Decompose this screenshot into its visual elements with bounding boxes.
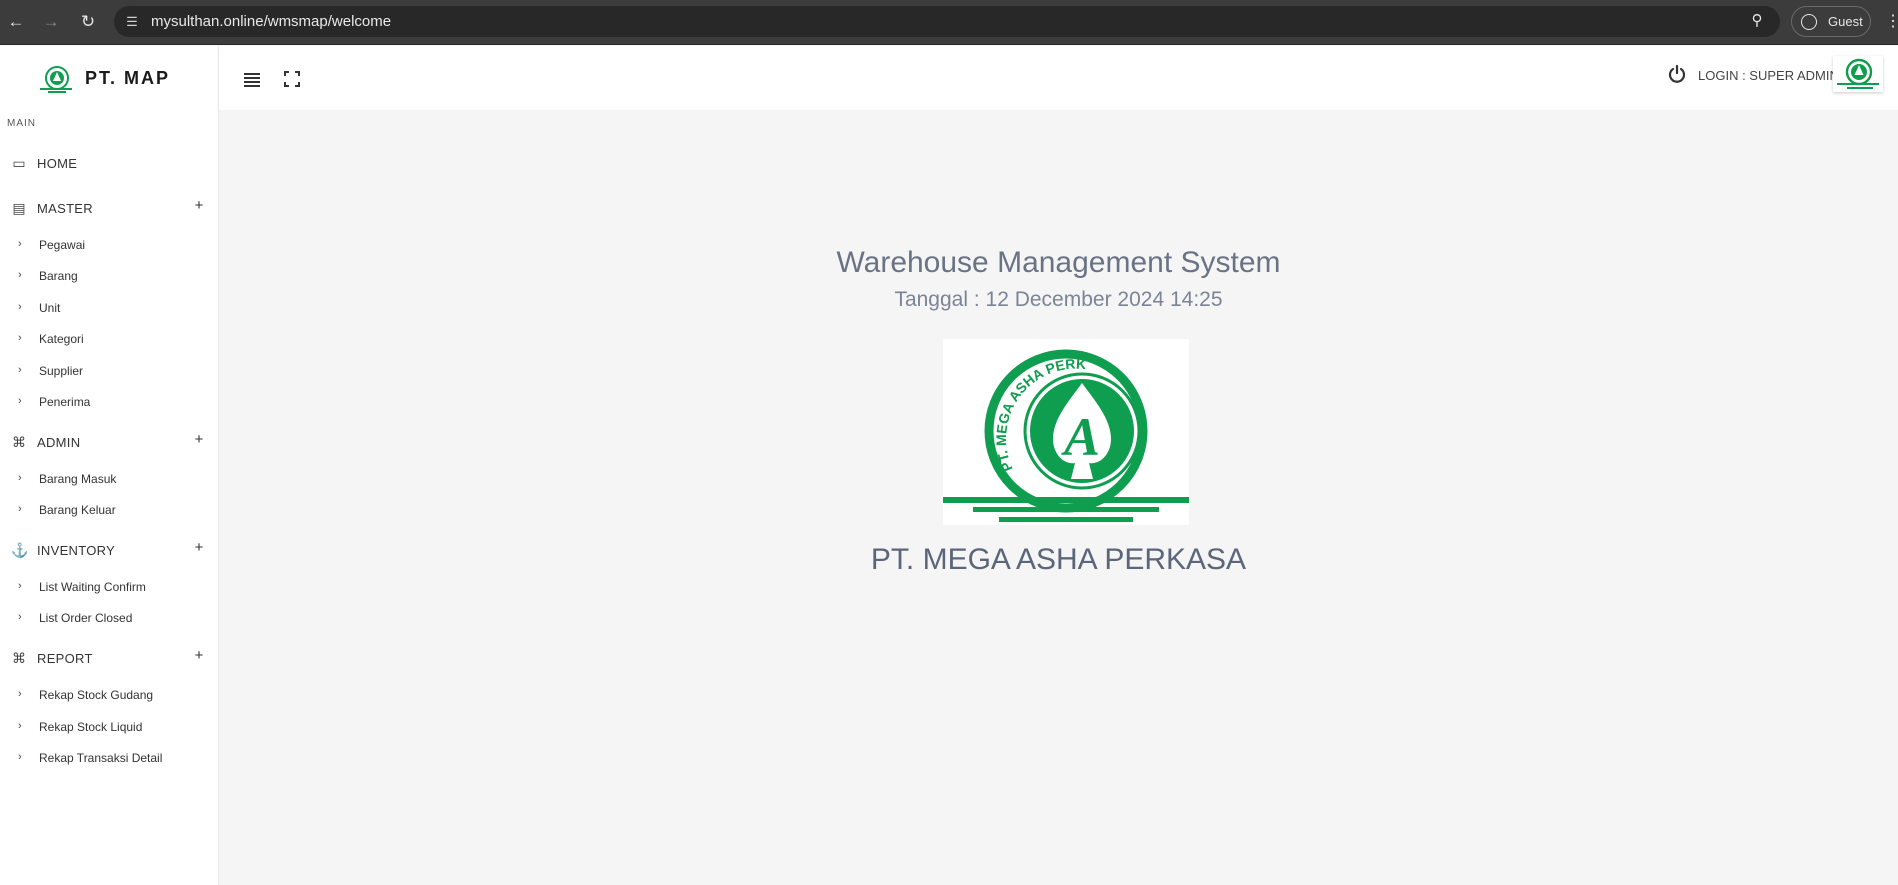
expand-plus-icon[interactable]: + bbox=[192, 432, 206, 448]
chevron-right-icon: › bbox=[18, 395, 22, 407]
zoom-icon[interactable]: ⚲ bbox=[1748, 12, 1766, 30]
chevron-right-icon: › bbox=[18, 472, 22, 484]
user-avatar-logo-icon bbox=[1837, 58, 1879, 89]
sidebar-subitem-label: Rekap Stock Gudang bbox=[39, 688, 154, 702]
profile-button[interactable]: Guest bbox=[1791, 6, 1871, 37]
monitor-icon: ▭ bbox=[12, 155, 26, 171]
chevron-right-icon: › bbox=[18, 751, 22, 763]
hamburger-icon[interactable] bbox=[244, 73, 260, 87]
sidebar-item-label: HOME bbox=[37, 156, 78, 171]
sidebar-item-home[interactable]: ▭ HOME bbox=[0, 149, 219, 179]
chevron-right-icon: › bbox=[18, 580, 22, 592]
company-logo: A PT. MEGA ASHA PERKASA bbox=[943, 339, 1189, 525]
menu-group-label: MAIN bbox=[7, 118, 36, 129]
tune-icon[interactable]: ☰ bbox=[124, 14, 140, 30]
sidebar-subitem-label: Rekap Stock Liquid bbox=[39, 720, 143, 734]
sidebar-subitem-penerima[interactable]: › Penerima bbox=[0, 391, 219, 415]
avatar[interactable] bbox=[1833, 56, 1883, 92]
chevron-right-icon: › bbox=[18, 611, 22, 623]
app-topbar: LOGIN : SUPER ADMIN bbox=[219, 46, 1898, 110]
sidebar-subitem-label: List Order Closed bbox=[39, 611, 133, 625]
browser-toolbar: ← → ↻ ☰ mysulthan.online/wmsmap/welcome … bbox=[0, 0, 1898, 45]
sidebar-subitem-label: Pegawai bbox=[39, 238, 86, 252]
sidebar-subitem-label: Supplier bbox=[39, 364, 84, 378]
sidebar-item-report[interactable]: ⌘ REPORT + bbox=[0, 644, 219, 674]
sidebar-subitem-label: Barang bbox=[39, 269, 78, 283]
sidebar: PT. MAP MAIN ▭ HOME ▤ MASTER + › Pegawai… bbox=[0, 46, 219, 885]
brand[interactable]: PT. MAP bbox=[0, 46, 219, 112]
company-name: PT. MEGA ASHA PERKASA bbox=[870, 543, 1247, 576]
sidebar-item-label: ADMIN bbox=[37, 435, 81, 450]
kebab-menu-icon[interactable]: ⋮ bbox=[1885, 12, 1898, 32]
expand-plus-icon[interactable]: + bbox=[192, 540, 206, 556]
forward-arrow-icon[interactable]: → bbox=[41, 12, 61, 32]
briefcase-icon: ▤ bbox=[12, 200, 26, 216]
fullscreen-icon[interactable] bbox=[284, 71, 300, 87]
sidebar-subitem-rekap-stock-liquid[interactable]: › Rekap Stock Liquid bbox=[0, 716, 219, 740]
expand-plus-icon[interactable]: + bbox=[192, 648, 206, 664]
sidebar-subitem-unit[interactable]: › Unit bbox=[0, 297, 219, 321]
sidebar-item-label: INVENTORY bbox=[37, 543, 116, 558]
profile-label: Guest bbox=[1828, 14, 1863, 29]
sidebar-subitem-rekap-stock-gudang[interactable]: › Rekap Stock Gudang bbox=[0, 684, 219, 708]
url-text[interactable]: mysulthan.online/wmsmap/welcome bbox=[151, 13, 391, 30]
chevron-right-icon: › bbox=[18, 503, 22, 515]
expand-plus-icon[interactable]: + bbox=[192, 198, 206, 214]
sidebar-subitem-kategori[interactable]: › Kategori bbox=[0, 328, 219, 352]
date-text: Tanggal : 12 December 2024 14:25 bbox=[894, 288, 1223, 311]
sidebar-item-label: MASTER bbox=[37, 201, 93, 216]
sidebar-subitem-label: Penerima bbox=[39, 395, 91, 409]
address-bar[interactable]: ☰ mysulthan.online/wmsmap/welcome ⚲ bbox=[114, 6, 1780, 37]
logo-initial: A bbox=[1061, 407, 1100, 467]
reload-icon[interactable]: ↻ bbox=[78, 12, 98, 32]
sidebar-subitem-label: Barang Masuk bbox=[39, 472, 117, 486]
chevron-right-icon: › bbox=[18, 364, 22, 376]
sidebar-subitem-label: Rekap Transaksi Detail bbox=[39, 751, 163, 765]
sidebar-subitem-pegawai[interactable]: › Pegawai bbox=[0, 234, 219, 258]
sidebar-subitem-supplier[interactable]: › Supplier bbox=[0, 360, 219, 384]
sidebar-subitem-label: Kategori bbox=[39, 332, 84, 346]
chevron-right-icon: › bbox=[18, 688, 22, 700]
sidebar-subitem-rekap-transaksi-detail[interactable]: › Rekap Transaksi Detail bbox=[0, 747, 219, 771]
sidebar-subitem-barang[interactable]: › Barang bbox=[0, 265, 219, 289]
sidebar-item-master[interactable]: ▤ MASTER + bbox=[0, 194, 219, 224]
main-content: Warehouse Management System Tanggal : 12… bbox=[219, 110, 1898, 885]
anchor-icon: ⚓ bbox=[11, 542, 29, 558]
chevron-right-icon: › bbox=[18, 720, 22, 732]
sidebar-subitem-list-waiting-confirm[interactable]: › List Waiting Confirm bbox=[0, 576, 219, 600]
sidebar-item-label: REPORT bbox=[37, 651, 93, 666]
login-status[interactable]: LOGIN : SUPER ADMIN bbox=[1698, 68, 1839, 83]
profile-icon bbox=[1801, 14, 1817, 30]
sidebar-subitem-label: Barang Keluar bbox=[39, 503, 116, 517]
sidebar-item-inventory[interactable]: ⚓ INVENTORY + bbox=[0, 536, 219, 566]
sidebar-subitem-label: List Waiting Confirm bbox=[39, 580, 146, 594]
sidebar-item-admin[interactable]: ⌘ ADMIN + bbox=[0, 428, 219, 458]
brand-name: PT. MAP bbox=[85, 68, 171, 88]
page-title: Warehouse Management System bbox=[836, 246, 1281, 279]
brand-logo-icon bbox=[40, 66, 72, 93]
sidebar-subitem-barang-masuk[interactable]: › Barang Masuk bbox=[0, 468, 219, 492]
chevron-right-icon: › bbox=[18, 332, 22, 344]
chevron-right-icon: › bbox=[18, 238, 22, 250]
command-icon: ⌘ bbox=[12, 434, 26, 450]
sidebar-subitem-list-order-closed[interactable]: › List Order Closed bbox=[0, 607, 219, 631]
chevron-right-icon: › bbox=[18, 301, 22, 313]
chevron-right-icon: › bbox=[18, 269, 22, 281]
sidebar-subitem-label: Unit bbox=[39, 301, 61, 315]
command-icon: ⌘ bbox=[12, 650, 26, 666]
back-arrow-icon[interactable]: ← bbox=[6, 12, 26, 32]
power-icon[interactable] bbox=[1667, 64, 1687, 84]
sidebar-subitem-barang-keluar[interactable]: › Barang Keluar bbox=[0, 499, 219, 523]
